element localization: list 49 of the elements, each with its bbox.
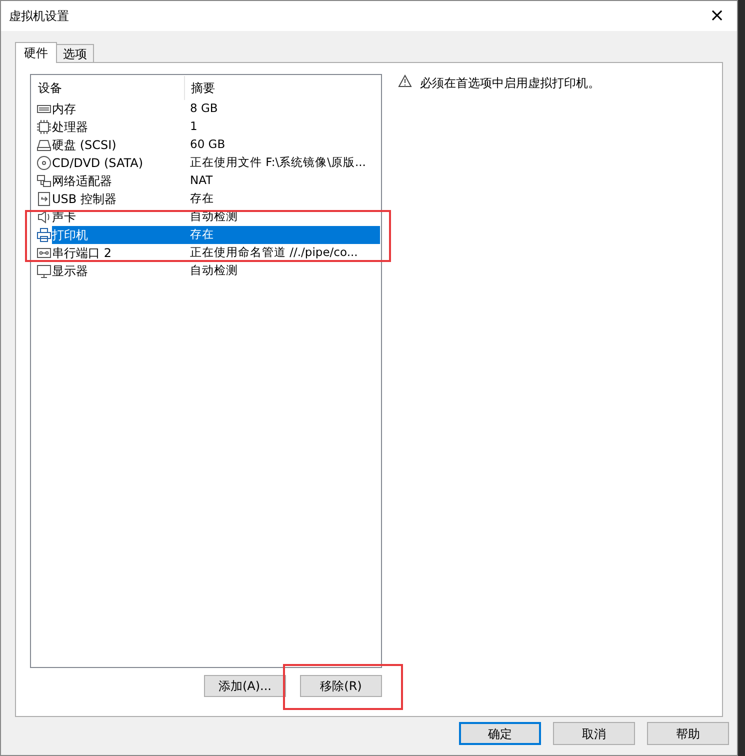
device-name: 串行端口 2 xyxy=(52,245,112,262)
network-icon xyxy=(36,173,52,189)
list-button[interactable]: 移除(R) xyxy=(300,675,382,697)
close-button[interactable]: × xyxy=(697,1,737,31)
speaker-icon xyxy=(36,209,52,225)
device-row[interactable]: 串行端口 2 正在使用命名管道 //./pipe/co... xyxy=(52,244,380,262)
chip-icon xyxy=(36,119,52,135)
column-header: 设备 xyxy=(32,76,185,100)
device-row[interactable]: 显示器 自动检测 xyxy=(52,262,380,280)
device-summary: 存在 xyxy=(190,226,214,244)
dialog-button[interactable]: 帮助 xyxy=(647,722,729,745)
device-summary: 正在使用命名管道 //./pipe/co... xyxy=(190,244,358,262)
device-summary: 60 GB xyxy=(190,136,226,154)
tab[interactable]: 选项 xyxy=(57,44,94,62)
device-row[interactable]: CD/DVD (SATA) 正在使用文件 F:\系统镜像\原版... xyxy=(52,154,380,172)
device-summary: 8 GB xyxy=(190,100,218,118)
device-name: 显示器 xyxy=(52,263,89,280)
printer-icon xyxy=(36,227,52,243)
device-row[interactable]: 硬盘 (SCSI) 60 GB xyxy=(52,136,380,154)
device-name: 内存 xyxy=(52,101,77,118)
dialog-button[interactable]: 取消 xyxy=(553,722,635,745)
device-summary: NAT xyxy=(190,172,213,190)
device-summary: 存在 xyxy=(190,190,214,208)
notice-text: 必须在首选项中启用虚拟打印机。 xyxy=(420,75,600,92)
tab[interactable]: 硬件 xyxy=(15,42,57,63)
serial-port-icon xyxy=(36,245,52,261)
device-name: 打印机 xyxy=(52,227,89,244)
device-name: CD/DVD (SATA) xyxy=(52,155,144,172)
dialog-button[interactable]: 确定 xyxy=(459,722,541,745)
device-name: 声卡 xyxy=(52,209,77,226)
device-name: 网络适配器 xyxy=(52,173,113,190)
device-row[interactable]: 内存 8 GB xyxy=(52,100,380,118)
device-name: 硬盘 (SCSI) xyxy=(52,137,118,154)
usb-icon xyxy=(36,191,52,207)
window-title: 虚拟机设置 xyxy=(9,8,69,25)
column-header: 摘要 xyxy=(190,80,216,97)
list-button[interactable]: 添加(A)... xyxy=(204,675,286,697)
device-name: 处理器 xyxy=(52,119,89,136)
warning-icon xyxy=(398,74,412,88)
device-row[interactable]: 打印机 存在 xyxy=(52,226,380,244)
device-name: USB 控制器 xyxy=(52,191,118,208)
device-summary: 正在使用文件 F:\系统镜像\原版... xyxy=(190,154,366,172)
device-row[interactable]: USB 控制器 存在 xyxy=(52,190,380,208)
device-summary: 自动检测 xyxy=(190,262,238,280)
disc-icon xyxy=(36,155,52,171)
monitor-icon xyxy=(36,263,52,279)
device-row[interactable]: 网络适配器 NAT xyxy=(52,172,380,190)
device-summary: 1 xyxy=(190,118,198,136)
device-row[interactable]: 处理器 1 xyxy=(52,118,380,136)
